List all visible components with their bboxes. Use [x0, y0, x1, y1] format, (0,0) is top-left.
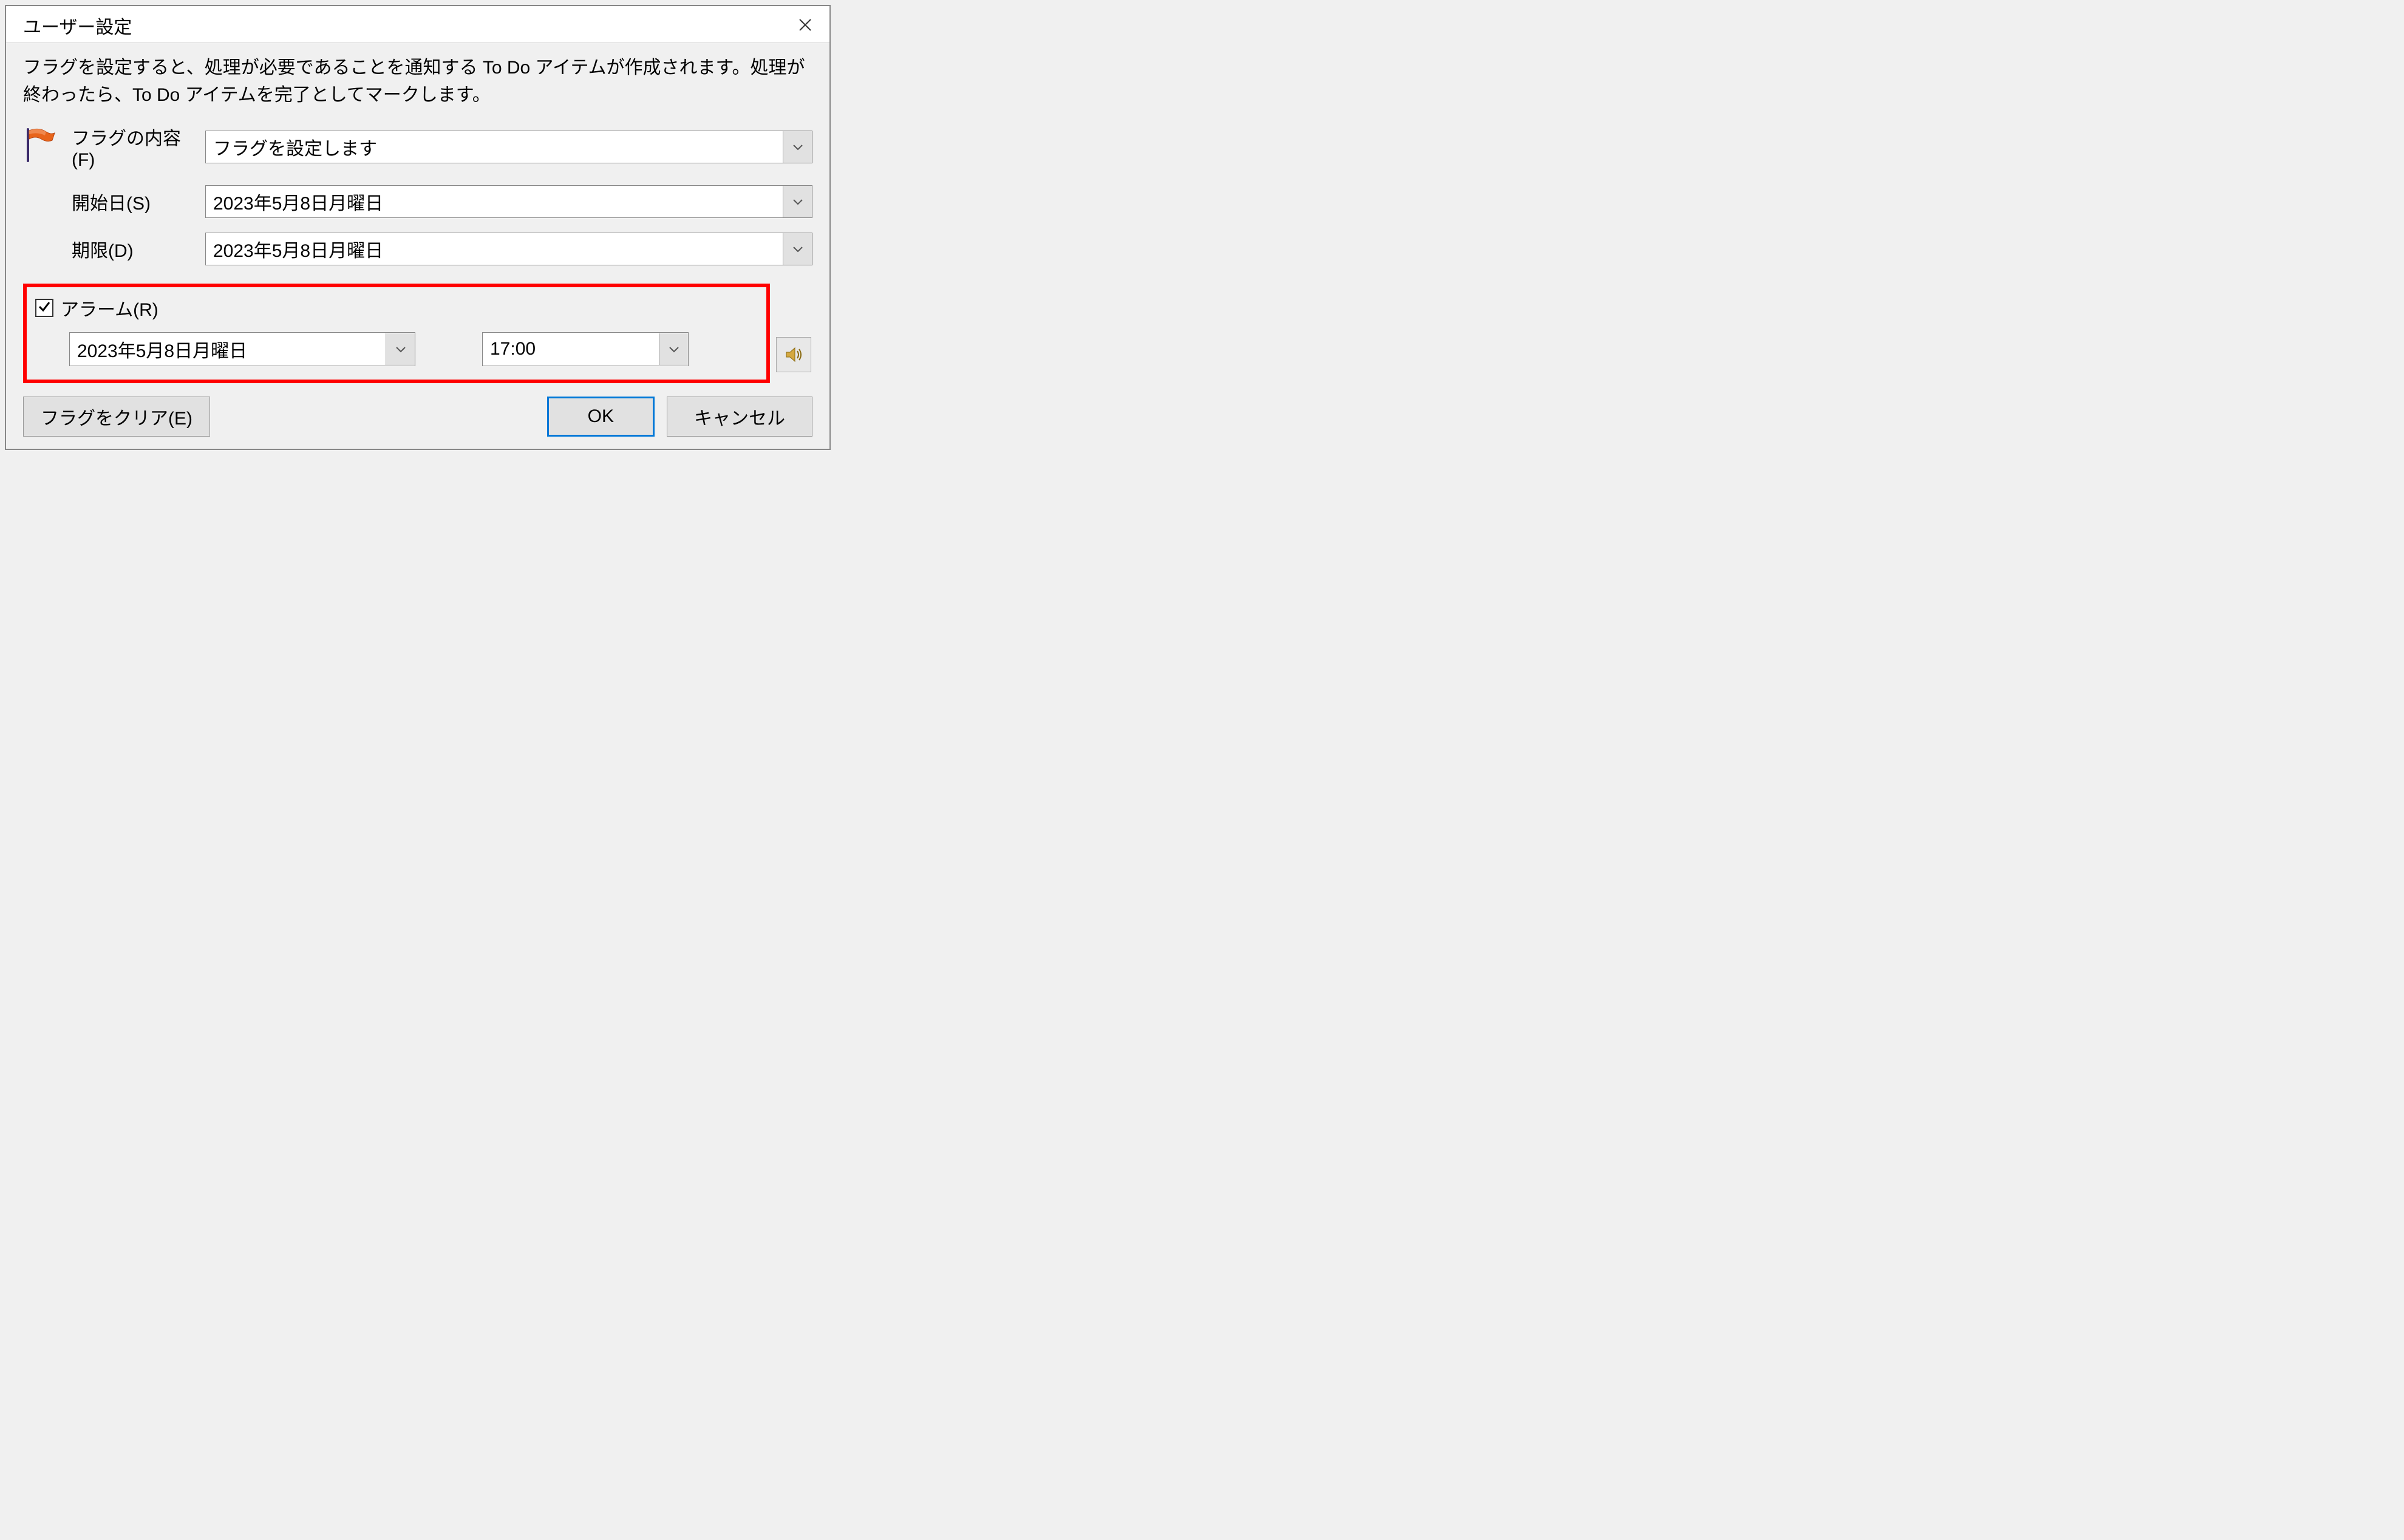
alarm-checkbox[interactable] [35, 299, 53, 317]
right-buttons: OK キャンセル [547, 397, 812, 437]
speaker-icon [783, 344, 805, 366]
chevron-down-icon [792, 143, 803, 151]
alarm-time-combo[interactable]: 17:00 [482, 332, 689, 366]
titlebar: ユーザー設定 [6, 6, 829, 43]
due-date-value: 2023年5月8日月曜日 [206, 232, 783, 266]
alarm-date-dropdown-button[interactable] [386, 333, 415, 365]
due-date-label: 期限(D) [72, 236, 193, 262]
chevron-down-icon [669, 346, 679, 353]
flag-content-label: フラグの内容(F) [72, 123, 193, 171]
start-date-combo[interactable]: 2023年5月8日月曜日 [205, 185, 812, 218]
flag-icon-wrap [23, 123, 60, 280]
flag-icon [23, 147, 57, 166]
form-area: フラグの内容(F) フラグを設定します 開始日(S) 2023年5月8日月曜日 [23, 123, 812, 280]
due-date-combo[interactable]: 2023年5月8日月曜日 [205, 233, 812, 265]
alarm-date-combo[interactable]: 2023年5月8日月曜日 [69, 332, 415, 366]
alarm-label: アラーム(R) [61, 295, 158, 321]
chevron-down-icon [792, 245, 803, 253]
dialog-content: フラグを設定すると、処理が必要であることを通知する To Do アイテムが作成さ… [6, 43, 829, 449]
user-settings-dialog: ユーザー設定 フラグを設定すると、処理が必要であることを通知する To Do ア… [5, 5, 831, 450]
description-text: フラグを設定すると、処理が必要であることを通知する To Do アイテムが作成さ… [23, 54, 812, 109]
due-date-row: 期限(D) 2023年5月8日月曜日 [72, 233, 812, 265]
alarm-time-value: 17:00 [483, 335, 659, 363]
chevron-down-icon [792, 198, 803, 205]
flag-content-combo[interactable]: フラグを設定します [205, 131, 812, 163]
start-date-dropdown-button[interactable] [783, 186, 812, 217]
close-icon [798, 18, 812, 32]
button-row: フラグをクリア(E) OK キャンセル [23, 394, 812, 437]
alarm-sound-button[interactable] [776, 337, 811, 372]
checkmark-icon [38, 298, 51, 318]
alarm-wrap: アラーム(R) 2023年5月8日月曜日 17:00 [23, 284, 770, 383]
alarm-section-highlight: アラーム(R) 2023年5月8日月曜日 17:00 [23, 284, 770, 383]
due-date-dropdown-button[interactable] [783, 233, 812, 265]
flag-content-row: フラグの内容(F) フラグを設定します [72, 123, 812, 171]
cancel-button[interactable]: キャンセル [667, 397, 812, 437]
start-date-row: 開始日(S) 2023年5月8日月曜日 [72, 185, 812, 218]
close-button[interactable] [792, 14, 819, 38]
alarm-header: アラーム(R) [35, 295, 758, 321]
flag-content-value: フラグを設定します [213, 139, 377, 159]
ok-button[interactable]: OK [547, 397, 655, 437]
start-date-value: 2023年5月8日月曜日 [206, 185, 783, 219]
flag-content-dropdown-button[interactable] [783, 131, 812, 163]
start-date-label: 開始日(S) [72, 188, 193, 215]
alarm-time-dropdown-button[interactable] [659, 333, 688, 365]
alarm-date-value: 2023年5月8日月曜日 [70, 332, 386, 366]
dialog-title: ユーザー設定 [23, 12, 132, 39]
clear-flag-button[interactable]: フラグをクリア(E) [23, 397, 210, 437]
chevron-down-icon [395, 346, 406, 353]
alarm-inputs: 2023年5月8日月曜日 17:00 [35, 332, 758, 366]
fields-column: フラグの内容(F) フラグを設定します 開始日(S) 2023年5月8日月曜日 [72, 123, 812, 280]
